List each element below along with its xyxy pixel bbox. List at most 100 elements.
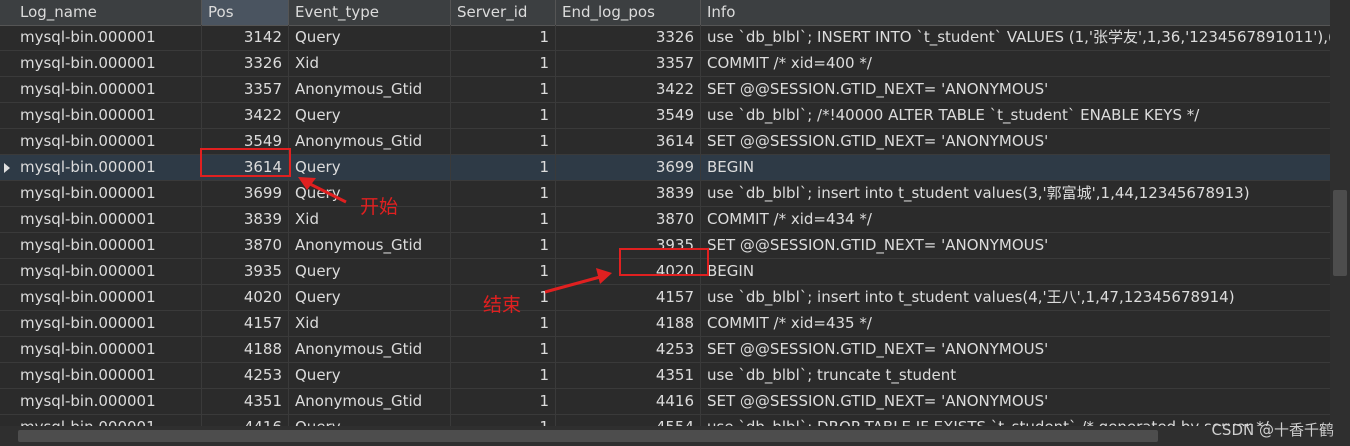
cell-info[interactable]: use `db_blbl`; insert into t_student val… [701,285,1330,310]
row-gutter[interactable] [0,207,14,232]
cell-server-id[interactable]: 1 [451,181,556,206]
cell-event-type[interactable]: Anonymous_Gtid [289,337,451,362]
row-gutter[interactable] [0,285,14,310]
cell-end-log-pos[interactable]: 3422 [556,77,701,102]
cell-pos[interactable]: 4253 [202,363,289,388]
cell-info[interactable]: BEGIN [701,155,1330,180]
cell-log-name[interactable]: mysql-bin.000001 [14,337,202,362]
cell-log-name[interactable]: mysql-bin.000001 [14,233,202,258]
cell-server-id[interactable]: 1 [451,51,556,76]
column-header-server-id[interactable]: Server_id [451,0,556,25]
cell-pos[interactable]: 3326 [202,51,289,76]
row-gutter[interactable] [0,77,14,102]
cell-end-log-pos[interactable]: 3839 [556,181,701,206]
cell-end-log-pos[interactable]: 3870 [556,207,701,232]
cell-info[interactable]: SET @@SESSION.GTID_NEXT= 'ANONYMOUS' [701,337,1330,362]
cell-event-type[interactable]: Query [289,363,451,388]
table-row[interactable]: mysql-bin.000001 3422 Query 1 3549 use `db_bl… [0,103,1330,129]
cell-server-id[interactable]: 1 [451,77,556,102]
row-gutter[interactable] [0,25,14,50]
table-row[interactable]: mysql-bin.000001 4020 Query 1 4157 use `db_bl… [0,285,1330,311]
cell-server-id[interactable]: 1 [451,25,556,50]
cell-end-log-pos[interactable]: 4253 [556,337,701,362]
row-gutter[interactable] [0,51,14,76]
table-row[interactable]: mysql-bin.000001 3326 Xid 1 3357 COMMIT /* xi… [0,51,1330,77]
row-gutter[interactable] [0,103,14,128]
cell-event-type[interactable]: Query [289,415,451,426]
cell-server-id[interactable]: 1 [451,363,556,388]
cell-server-id[interactable]: 1 [451,155,556,180]
cell-log-name[interactable]: mysql-bin.000001 [14,207,202,232]
row-gutter[interactable] [0,363,14,388]
cell-server-id[interactable]: 1 [451,233,556,258]
cell-server-id[interactable]: 1 [451,389,556,414]
cell-pos[interactable]: 3935 [202,259,289,284]
cell-log-name[interactable]: mysql-bin.000001 [14,155,202,180]
table-row[interactable]: mysql-bin.0000014416Query14554use `db_bl… [0,415,1330,426]
cell-log-name[interactable]: mysql-bin.000001 [14,129,202,154]
cell-end-log-pos[interactable]: 3699 [556,155,701,180]
cell-info[interactable]: use `db_blbl`; insert into t_student val… [701,181,1330,206]
cell-pos[interactable]: 3839 [202,207,289,232]
row-gutter[interactable] [0,181,14,206]
table-row[interactable]: mysql-bin.000001 4351 Anonymous_Gtid 1 4416 S… [0,389,1330,415]
cell-pos[interactable]: 4020 [202,285,289,310]
cell-event-type[interactable]: Anonymous_Gtid [289,233,451,258]
row-gutter[interactable] [0,129,14,154]
table-row[interactable]: mysql-bin.000001 3142 Query 1 3326 use `db_bl… [0,25,1330,51]
row-gutter[interactable] [0,337,14,362]
cell-server-id[interactable]: 1 [451,129,556,154]
cell-end-log-pos[interactable]: 3614 [556,129,701,154]
table-row[interactable]: mysql-bin.000001 4157 Xid 1 4188 COMMIT /* xi… [0,311,1330,337]
cell-end-log-pos[interactable]: 4416 [556,389,701,414]
cell-event-type[interactable]: Query [289,155,451,180]
cell-pos[interactable]: 3699 [202,181,289,206]
cell-event-type[interactable]: Anonymous_Gtid [289,389,451,414]
cell-log-name[interactable]: mysql-bin.000001 [14,389,202,414]
cell-pos[interactable]: 4351 [202,389,289,414]
table-row[interactable]: mysql-bin.000001 4253 Query 1 4351 use `db_bl… [0,363,1330,389]
cell-end-log-pos[interactable]: 4554 [556,415,701,426]
cell-log-name[interactable]: mysql-bin.000001 [14,415,202,426]
row-gutter[interactable] [0,233,14,258]
row-gutter[interactable] [0,259,14,284]
row-gutter[interactable] [0,389,14,414]
cell-pos[interactable]: 3422 [202,103,289,128]
cell-event-type[interactable]: Query [289,25,451,50]
column-header-event-type[interactable]: Event_type [289,0,451,25]
cell-log-name[interactable]: mysql-bin.000001 [14,103,202,128]
cell-event-type[interactable]: Query [289,285,451,310]
cell-end-log-pos[interactable]: 4351 [556,363,701,388]
row-gutter[interactable] [0,311,14,336]
cell-end-log-pos[interactable]: 4188 [556,311,701,336]
cell-info[interactable]: use `db_blbl`; /*!40000 ALTER TABLE `t_s… [701,103,1330,128]
row-gutter[interactable] [0,155,14,180]
cell-end-log-pos[interactable]: 3326 [556,25,701,50]
cell-pos[interactable]: 3142 [202,25,289,50]
cell-log-name[interactable]: mysql-bin.000001 [14,311,202,336]
cell-pos[interactable]: 4157 [202,311,289,336]
cell-info[interactable]: use `db_blbl`; truncate t_student [701,363,1330,388]
cell-log-name[interactable]: mysql-bin.000001 [14,51,202,76]
cell-server-id[interactable]: 1 [451,415,556,426]
cell-pos[interactable]: 4188 [202,337,289,362]
cell-server-id[interactable]: 1 [451,103,556,128]
cell-end-log-pos[interactable]: 3357 [556,51,701,76]
table-row[interactable]: mysql-bin.000001 3839 Xid 1 3870 COMMIT /* xi… [0,207,1330,233]
column-header-log-name[interactable]: Log_name [14,0,202,25]
cell-end-log-pos[interactable]: 3549 [556,103,701,128]
cell-event-type[interactable]: Query [289,259,451,284]
table-row[interactable]: mysql-bin.000001 4188 Anonymous_Gtid 1 4253 S… [0,337,1330,363]
cell-pos[interactable]: 3870 [202,233,289,258]
column-header-pos[interactable]: Pos [202,0,289,25]
cell-info[interactable]: COMMIT /* xid=400 */ [701,51,1330,76]
table-row[interactable]: mysql-bin.000001 3699 Query 1 3839 use `db_bl… [0,181,1330,207]
cell-event-type[interactable]: Xid [289,51,451,76]
cell-event-type[interactable]: Anonymous_Gtid [289,129,451,154]
cell-pos[interactable]: 3357 [202,77,289,102]
cell-info[interactable]: use `db_blbl`; INSERT INTO `t_student` V… [701,25,1330,50]
vertical-scroll-thumb[interactable] [1333,190,1347,276]
column-header-info[interactable]: Info [701,0,1330,25]
cell-log-name[interactable]: mysql-bin.000001 [14,285,202,310]
cell-pos[interactable]: 4416 [202,415,289,426]
